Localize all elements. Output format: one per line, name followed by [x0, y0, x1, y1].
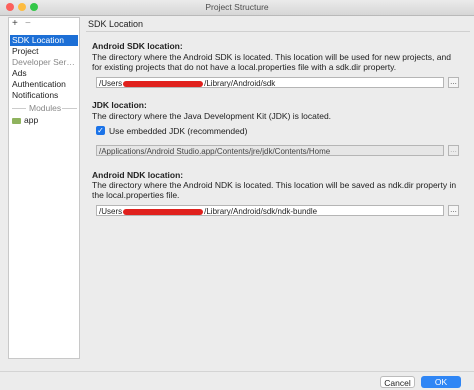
android-ndk-browse-button[interactable]: ... [448, 205, 459, 216]
sidebar: + − SDK Location Project Developer Ser… … [8, 17, 80, 359]
project-structure-window: Project Structure + − SDK Location Proje… [0, 0, 474, 390]
jdk-title: JDK location: [92, 100, 147, 110]
jdk-description: The directory where the Java Development… [92, 111, 332, 121]
sidebar-item-notifications[interactable]: Notifications [10, 90, 78, 101]
divider [62, 108, 77, 109]
panel-title: SDK Location [88, 19, 144, 29]
dialog-button-bar: Cancel OK [0, 371, 474, 390]
minimize-window-icon[interactable] [18, 3, 26, 11]
sidebar-item-sdk-location[interactable]: SDK Location [10, 35, 78, 46]
sidebar-item-authentication[interactable]: Authentication [10, 79, 78, 90]
close-window-icon[interactable] [6, 3, 14, 11]
embedded-jdk-label[interactable]: Use embedded JDK (recommended) [109, 126, 247, 136]
zoom-window-icon[interactable] [30, 3, 38, 11]
add-icon[interactable]: + [12, 18, 18, 30]
window-title: Project Structure [205, 2, 269, 12]
sidebar-item-project[interactable]: Project [10, 46, 78, 57]
window-titlebar: Project Structure [0, 0, 474, 16]
sidebar-item-developer-services[interactable]: Developer Ser… [10, 57, 78, 68]
android-sdk-browse-button[interactable]: ... [448, 77, 459, 88]
ok-button[interactable]: OK [421, 376, 461, 388]
module-folder-icon [12, 117, 21, 124]
divider [86, 31, 470, 32]
remove-icon[interactable]: − [25, 18, 31, 30]
android-sdk-title: Android SDK location: [92, 41, 183, 51]
embedded-jdk-checkbox[interactable]: ✓ [96, 126, 105, 135]
android-ndk-description: The directory where the Android NDK is l… [92, 180, 457, 200]
module-item-app[interactable]: app [12, 115, 38, 126]
android-ndk-title: Android NDK location: [92, 170, 184, 180]
jdk-path-field[interactable]: /Applications/Android Studio.app/Content… [96, 145, 444, 156]
cancel-button[interactable]: Cancel [380, 376, 415, 388]
android-ndk-path-field[interactable]: /Users/Library/Android/sdk/ndk-bundle [96, 205, 444, 216]
sidebar-item-ads[interactable]: Ads [10, 68, 78, 79]
modules-section-header: Modules [10, 103, 78, 113]
redaction-mark [123, 208, 204, 215]
android-sdk-description: The directory where the Android SDK is l… [92, 52, 451, 72]
divider [12, 108, 26, 109]
jdk-browse-button[interactable]: ... [448, 145, 459, 156]
redaction-mark [123, 80, 204, 87]
android-sdk-path-field[interactable]: /Users/Library/Android/sdk [96, 77, 444, 88]
sdk-location-panel: SDK Location Android SDK location: The d… [86, 17, 470, 357]
